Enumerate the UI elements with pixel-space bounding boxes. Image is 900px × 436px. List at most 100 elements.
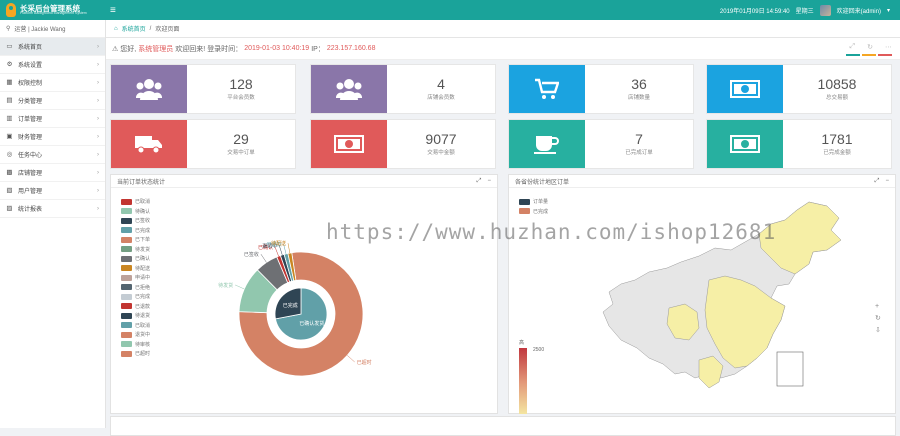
more-icon[interactable]: ⋯ bbox=[885, 43, 892, 51]
stat-card[interactable]: 4 店铺会员数 bbox=[310, 64, 496, 114]
map-download-icon[interactable]: ⇩ bbox=[875, 327, 881, 334]
collapse-icon[interactable]: − bbox=[885, 178, 889, 185]
welcome-greet: 欢迎回来! bbox=[175, 45, 206, 53]
map-reset-icon[interactable]: ↻ bbox=[875, 315, 881, 322]
sidebar-item-label: 系统设置 bbox=[18, 63, 43, 69]
pie-label-line bbox=[260, 254, 267, 263]
brand-subtitle: Platform Background Management System bbox=[20, 11, 87, 15]
breadcrumb-home[interactable]: 系统首页 bbox=[122, 24, 146, 33]
pie-slice-label: 待发货 bbox=[218, 282, 233, 289]
gear-icon: ⚙ bbox=[6, 61, 13, 68]
member-icon: ▧ bbox=[6, 187, 13, 194]
pie-slice-label: 已确认发货 bbox=[299, 320, 324, 327]
sidebar-item-label: 店铺管理 bbox=[18, 171, 43, 177]
main-content: ⌂ 系统首页 / 欢迎页面 ⚠ 您好, 系统管理员 欢迎回来! 登录时间： 20… bbox=[106, 20, 900, 436]
stat-label: 交易中金额 bbox=[427, 150, 455, 157]
stat-value: 7 bbox=[635, 130, 643, 147]
sidebar-item[interactable]: ◎ 任务中心 › bbox=[0, 146, 105, 164]
stat-icon-box bbox=[509, 65, 585, 113]
map-panel-title: 各省份统计地区订单 bbox=[515, 179, 570, 186]
stat-card[interactable]: 9077 交易中金额 bbox=[310, 119, 496, 169]
sidebar-item[interactable]: ▧ 用户管理 › bbox=[0, 182, 105, 200]
stat-label: 交易中订单 bbox=[227, 150, 255, 157]
stat-card[interactable]: 1781 已完成金额 bbox=[706, 119, 892, 169]
pie-label-line bbox=[287, 243, 291, 254]
user-menu[interactable]: 欢迎回来(admin) bbox=[837, 6, 881, 15]
store-icon: ▩ bbox=[6, 169, 13, 176]
stat-label: 总交易额 bbox=[825, 95, 848, 102]
stat-card[interactable]: 128 平台会员数 bbox=[110, 64, 296, 114]
refresh-icon[interactable]: ↻ bbox=[867, 43, 873, 51]
welcome-role: 系统管理员 bbox=[138, 45, 174, 53]
bottom-panel bbox=[110, 416, 896, 436]
sidebar-item[interactable]: ▦ 权限控制 › bbox=[0, 74, 105, 92]
chevron-right-icon: › bbox=[97, 43, 99, 50]
collapse-icon[interactable]: − bbox=[487, 178, 491, 185]
users-icon bbox=[136, 78, 162, 100]
breadcrumb-separator: / bbox=[149, 25, 152, 32]
sidebar-item[interactable]: ⚙ 系统设置 › bbox=[0, 56, 105, 74]
stat-value: 128 bbox=[229, 75, 253, 92]
pie-panel-title: 当前订单状态统计 bbox=[117, 179, 166, 186]
watermark-text: https://www.huzhan.com/ishop12681 bbox=[326, 220, 777, 244]
avatar[interactable] bbox=[819, 4, 831, 16]
sidebar-item[interactable]: ▨ 统计报表 › bbox=[0, 200, 105, 218]
home-icon: ▭ bbox=[6, 43, 13, 50]
stat-value: 9077 bbox=[425, 130, 457, 147]
sidebar-item-label: 统计报表 bbox=[18, 207, 43, 213]
chevron-right-icon: › bbox=[97, 169, 99, 176]
stat-label: 店铺数量 bbox=[627, 95, 650, 102]
stats-icon: ▨ bbox=[6, 205, 13, 212]
brand-mark-icon bbox=[6, 3, 16, 17]
home-icon[interactable]: ⌂ bbox=[114, 26, 118, 32]
accent-bar bbox=[878, 54, 892, 56]
stat-card[interactable]: 10858 总交易额 bbox=[706, 64, 892, 114]
chevron-right-icon: › bbox=[97, 133, 99, 140]
expand-icon[interactable]: ⤢ bbox=[875, 178, 880, 185]
menu-toggle-icon[interactable]: ≡ bbox=[110, 5, 120, 16]
sidebar-user: ⚲ 运营 | Jackie Wang bbox=[0, 20, 105, 38]
login-time-label: 登录时间： bbox=[207, 45, 243, 53]
cup-icon bbox=[534, 134, 560, 154]
stat-icon-box bbox=[707, 65, 783, 113]
user-icon: ⚲ bbox=[6, 26, 11, 32]
pie-slice-label: 已签收 bbox=[244, 251, 259, 258]
chevron-right-icon: › bbox=[97, 79, 99, 86]
login-time: 2019-01-03 10:40:19 bbox=[244, 45, 310, 52]
stat-value: 29 bbox=[233, 130, 249, 147]
stat-value: 4 bbox=[437, 75, 445, 92]
sidebar-item-label: 财务管理 bbox=[18, 135, 43, 141]
sidebar-item[interactable]: ▤ 分类管理 › bbox=[0, 92, 105, 110]
stat-card[interactable]: 29 交易中订单 bbox=[110, 119, 296, 169]
stat-card[interactable]: 7 已完成订单 bbox=[508, 119, 694, 169]
caret-down-icon[interactable]: ▾ bbox=[887, 7, 890, 14]
stat-icon-box bbox=[707, 120, 783, 168]
chevron-right-icon: › bbox=[97, 205, 99, 212]
stat-icon-box bbox=[311, 65, 387, 113]
stat-label: 已完成金额 bbox=[823, 150, 851, 157]
visualmap-bar[interactable] bbox=[519, 348, 527, 414]
truck-icon bbox=[135, 134, 163, 154]
pie-label-line bbox=[347, 355, 355, 363]
users-icon bbox=[336, 78, 362, 100]
map-zoom-in-icon[interactable]: + bbox=[875, 303, 879, 310]
list-icon: ▤ bbox=[6, 97, 13, 104]
pie-slice-label: 已完成 bbox=[283, 302, 298, 309]
top-bar: 长采后台管理系统 Platform Background Management … bbox=[0, 0, 900, 20]
task-icon: ◎ bbox=[6, 151, 13, 158]
south-sea-inset bbox=[776, 351, 804, 387]
brand-logo[interactable]: 长采后台管理系统 Platform Background Management … bbox=[0, 0, 106, 20]
visualmap-top-label: 高 bbox=[519, 339, 524, 346]
sidebar-item[interactable]: ▥ 订单管理 › bbox=[0, 110, 105, 128]
sidebar-item[interactable]: ▣ 财务管理 › bbox=[0, 128, 105, 146]
sidebar-item[interactable]: ▩ 店铺管理 › bbox=[0, 164, 105, 182]
stat-value: 10858 bbox=[817, 75, 857, 92]
stat-card[interactable]: 36 店铺数量 bbox=[508, 64, 694, 114]
fullscreen-icon[interactable]: ⤢ bbox=[850, 43, 856, 51]
breadcrumb: ⌂ 系统首页 / 欢迎页面 bbox=[106, 20, 900, 38]
sidebar-user-name: 运营 | Jackie Wang bbox=[14, 27, 66, 33]
sidebar-item-label: 订单管理 bbox=[18, 117, 43, 123]
sidebar-item[interactable]: ▭ 系统首页 › bbox=[0, 38, 105, 56]
weekday-text: 星期三 bbox=[795, 8, 814, 15]
expand-icon[interactable]: ⤢ bbox=[477, 178, 482, 185]
